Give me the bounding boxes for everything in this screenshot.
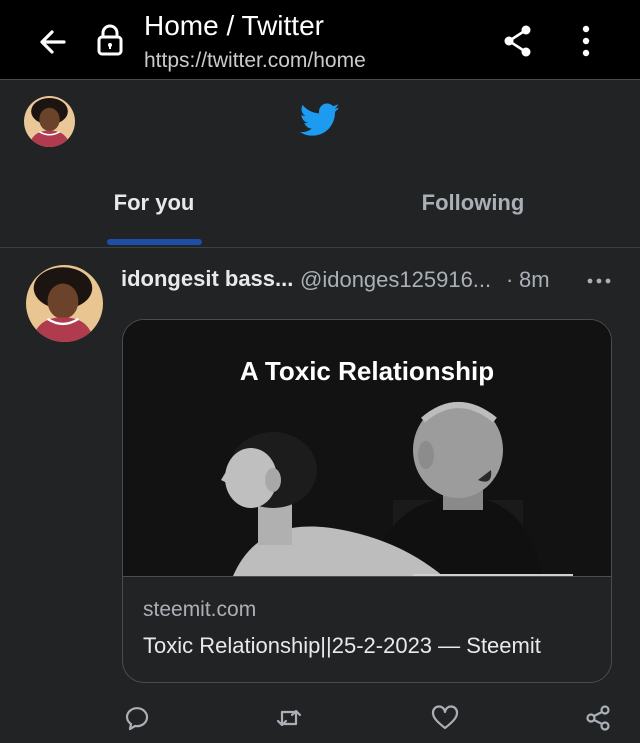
more-options-icon[interactable] [584,266,614,296]
reply-icon[interactable] [122,703,152,733]
page-url[interactable]: https://twitter.com/home [144,49,366,73]
header-divider [0,247,640,248]
tab-selected-indicator [107,239,202,245]
toolbar-divider [0,79,640,80]
card-title: Toxic Relationship||25-2-2023 — Steemit [143,633,541,658]
tab-for-you[interactable]: For you [0,180,308,226]
twitter-bird-icon[interactable] [299,102,340,138]
link-preview-card[interactable]: A Toxic Relationship steemit.com Toxic R… [122,319,612,683]
author-name[interactable]: idongesit bass... [121,266,293,292]
retweet-icon[interactable] [274,703,304,733]
author-handle[interactable]: @idonges125916... [300,267,491,293]
overflow-menu-icon[interactable] [566,21,606,61]
tweet-timestamp[interactable]: 8m [519,267,550,293]
like-icon[interactable] [430,703,460,733]
card-divider [123,576,611,577]
share-icon[interactable] [498,21,538,61]
share-icon[interactable] [583,703,613,733]
author-avatar[interactable] [26,265,103,342]
back-arrow-icon[interactable] [34,22,74,62]
profile-avatar[interactable] [24,96,75,147]
page-title: Home / Twitter [144,10,324,41]
card-domain: steemit.com [143,598,257,621]
card-image: A Toxic Relationship [123,320,611,580]
separator-dot: · [506,267,514,292]
tab-following[interactable]: Following [320,180,626,226]
card-image-title: A Toxic Relationship [239,356,495,386]
lock-icon[interactable] [90,20,130,60]
